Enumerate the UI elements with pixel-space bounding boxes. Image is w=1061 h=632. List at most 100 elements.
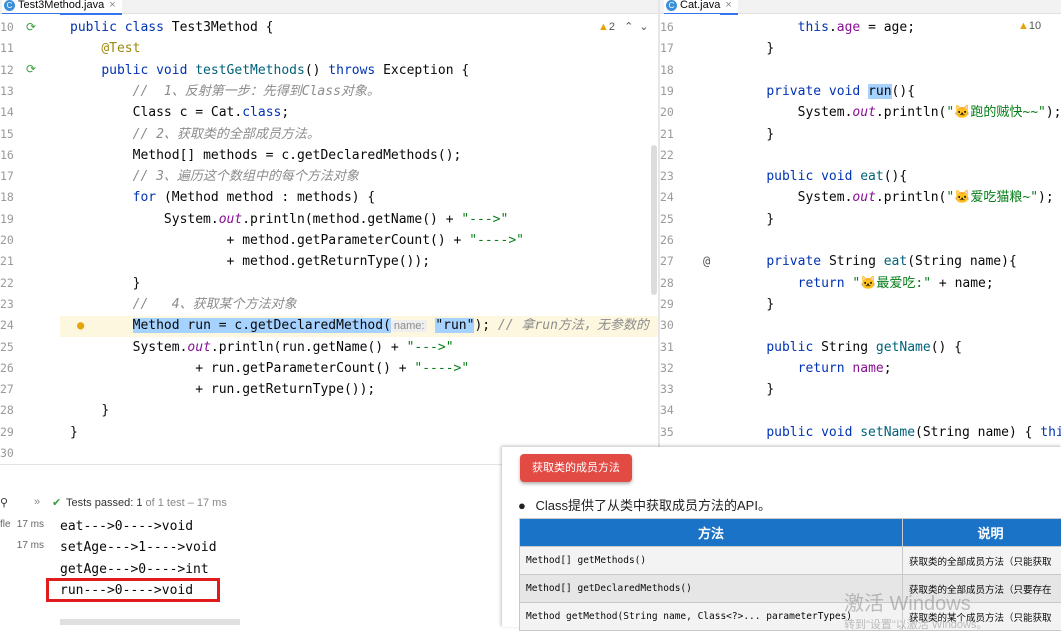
close-tab-icon[interactable]: ×	[725, 0, 731, 11]
override-marker-icon[interactable]: @	[703, 254, 710, 268]
line-number: 18	[660, 60, 674, 81]
code-line[interactable]: + method.getReturnType());	[70, 251, 430, 272]
code-token: System.	[164, 212, 219, 227]
line-number: 29	[0, 422, 14, 443]
code-line[interactable]: Method run = c.getDeclaredMethod(name: "…	[70, 315, 649, 336]
slide-overlay: 获取类的成员方法 ● Class提供了从类中获取成员方法的API。 方法 说明 …	[502, 447, 1061, 627]
code-token	[70, 84, 133, 99]
code-line[interactable]: Class c = Cat.class;	[70, 102, 289, 123]
lightbulb-icon[interactable]: ●	[77, 318, 84, 332]
code-line[interactable]: // 4、获取某个方法对象	[70, 294, 297, 315]
code-token: public	[70, 20, 125, 35]
code-line[interactable]: + run.getParameterCount() + "---->"	[70, 358, 469, 379]
code-line[interactable]: }	[735, 379, 774, 400]
code-line[interactable]: System.out.println("🐱跑的贼快~~");	[735, 102, 1061, 123]
tab-test3method[interactable]: CTest3Method.java×	[2, 0, 122, 15]
run-gutter-icon[interactable]: ⟳	[26, 20, 36, 34]
code-token: String	[821, 340, 876, 355]
code-token: // 拿run方法，无参数的	[490, 318, 649, 333]
close-tab-icon[interactable]: ×	[109, 0, 115, 11]
code-line[interactable]: }	[70, 273, 140, 294]
line-number: 25	[0, 337, 14, 358]
line-number: 27	[0, 379, 14, 400]
line-number: 16	[0, 145, 14, 166]
code-line[interactable]: }	[70, 400, 109, 421]
run-gutter-icon[interactable]: ⟳	[26, 62, 36, 76]
code-line[interactable]: public class Test3Method {	[70, 17, 274, 38]
line-number: 14	[0, 102, 14, 123]
code-token: );	[1038, 190, 1054, 205]
console-output[interactable]: eat--->0---->voidsetAge--->1---->voidget…	[60, 516, 460, 626]
line-number: 34	[660, 400, 674, 421]
code-line[interactable]: }	[735, 294, 774, 315]
code-token: throws	[328, 63, 383, 78]
code-line[interactable]: public void setName(String name) { thi	[735, 422, 1061, 443]
line-number: 15	[0, 124, 14, 145]
code-line[interactable]: }	[735, 124, 774, 145]
rerun-icon[interactable]: ⚲	[0, 496, 8, 509]
code-line[interactable]: }	[70, 422, 78, 443]
code-token: );	[1046, 105, 1061, 120]
code-line[interactable]: // 3、遍历这个数组中的每个方法对象	[70, 166, 359, 187]
code-token	[70, 361, 195, 376]
line-number: 20	[0, 230, 14, 251]
code-token: }	[766, 297, 774, 312]
code-token: @Test	[101, 41, 140, 56]
code-line[interactable]: public void testGetMethods() throws Exce…	[70, 60, 469, 81]
code-token: class	[125, 20, 172, 35]
status-prefix: Tests passed:	[66, 497, 136, 509]
code-line[interactable]: // 2、获取类的全部成员方法。	[70, 124, 320, 145]
code-line[interactable]: + method.getParameterCount() + "---->"	[70, 230, 524, 251]
code-token: }	[766, 41, 774, 56]
code-line[interactable]: Method[] methods = c.getDeclaredMethods(…	[70, 145, 461, 166]
right-code-area[interactable]: this.age = age; } private void run(){ Sy…	[735, 17, 1061, 447]
watermark-line1: 激活 Windows	[844, 587, 988, 616]
code-line[interactable]: System.out.println(method.getName() + "-…	[70, 209, 508, 230]
code-token: (){	[884, 169, 907, 184]
code-token	[70, 190, 133, 205]
code-token: public void	[766, 169, 860, 184]
code-token: out	[187, 340, 210, 355]
code-token	[70, 63, 101, 78]
code-line[interactable]: // 1、反射第一步：先得到Class对象。	[70, 81, 380, 102]
code-line[interactable]: public String getName() {	[735, 337, 962, 358]
console-scrollbar[interactable]	[60, 619, 240, 625]
code-token: Method[] methods = c.getDeclaredMethods(…	[133, 148, 462, 163]
code-line[interactable]: + run.getReturnType());	[70, 379, 375, 400]
status-rest: of 1 test – 17 ms	[142, 497, 226, 509]
code-line[interactable]: System.out.println("🐱爱吃猫粮~");	[735, 187, 1054, 208]
code-line[interactable]: }	[735, 209, 774, 230]
line-number: 35	[660, 422, 674, 443]
code-line[interactable]: }	[735, 38, 774, 59]
code-token: ;	[884, 361, 892, 376]
test-tree[interactable]: fle17 ms17 ms	[0, 515, 46, 626]
code-token	[735, 254, 766, 269]
code-token: // 2、获取类的全部成员方法。	[133, 127, 320, 142]
code-token: .println(	[876, 190, 946, 205]
code-token: + run.getReturnType());	[195, 382, 375, 397]
code-token: private	[766, 254, 829, 269]
code-line[interactable]: return "🐱最爱吃:" + name;	[735, 273, 994, 294]
code-line[interactable]: System.out.println(run.getName() + "--->…	[70, 337, 454, 358]
test-tree-row[interactable]: fle17 ms	[0, 519, 46, 530]
code-line[interactable]: for (Method method : methods) {	[70, 187, 375, 208]
code-line[interactable]: this.age = age;	[735, 17, 915, 38]
expand-icon[interactable]: »	[34, 496, 40, 508]
code-line[interactable]: @Test	[70, 38, 140, 59]
code-line[interactable]: return name;	[735, 358, 892, 379]
line-number: 33	[660, 379, 674, 400]
console-line: eat--->0---->void	[60, 516, 193, 537]
code-line[interactable]: private void run(){	[735, 81, 915, 102]
tab-cat[interactable]: CCat.java×	[664, 0, 738, 15]
code-token: eat	[860, 169, 883, 184]
code-token: }	[101, 403, 109, 418]
line-number: 30	[0, 443, 14, 464]
left-code-area[interactable]: public class Test3Method { @Test public …	[70, 17, 650, 467]
console-line: getAge--->0---->int	[60, 559, 209, 580]
editor-scrollbar[interactable]	[651, 145, 657, 295]
code-token	[70, 233, 227, 248]
console-line: setAge--->1---->void	[60, 537, 217, 558]
code-token: (String name) {	[915, 425, 1040, 440]
code-line[interactable]: public void eat(){	[735, 166, 907, 187]
code-line[interactable]: private String eat(String name){	[735, 251, 1017, 272]
